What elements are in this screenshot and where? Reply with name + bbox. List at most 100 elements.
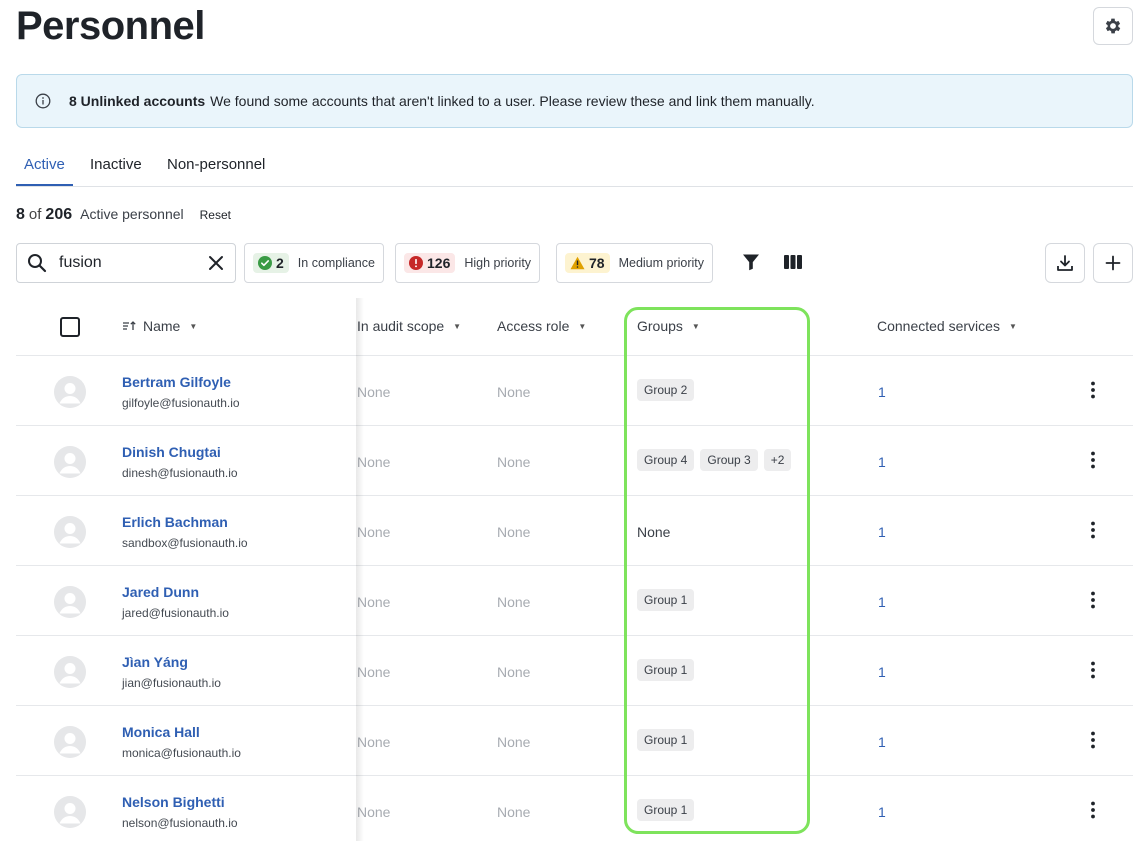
row-actions-button[interactable] [1091, 731, 1095, 749]
table-row[interactable]: Bertram Gilfoyle gilfoyle@fusionauth.io No… [16, 356, 1133, 426]
result-summary: 8 of 206 Active personnel Reset [16, 206, 231, 224]
connected-services-link[interactable]: 1 [878, 804, 886, 820]
column-header-audit-scope[interactable]: In audit scope ▼ [357, 318, 461, 334]
filter-in-compliance[interactable]: 2 In compliance [244, 243, 384, 283]
chevron-down-icon: ▼ [691, 321, 700, 331]
in-compliance-label: In compliance [297, 256, 375, 270]
access-role-header-label: Access role [497, 318, 570, 334]
row-actions-button[interactable] [1091, 521, 1095, 539]
group-chip[interactable]: Group 1 [637, 799, 695, 821]
group-chip[interactable]: Group 3 [700, 449, 758, 471]
connected-services-link[interactable]: 1 [878, 664, 886, 680]
clear-search-button[interactable] [207, 254, 225, 272]
search-input[interactable] [59, 254, 189, 272]
page-title: Personnel [16, 4, 205, 48]
group-chip[interactable]: Group 1 [637, 659, 695, 681]
groups-cell: None [637, 524, 671, 540]
filter-icon [743, 254, 759, 271]
connected-services-link[interactable]: 1 [878, 734, 886, 750]
person-name-link[interactable]: Jared Dunn [122, 584, 199, 600]
table-row[interactable]: Jìan Yáng jian@fusionauth.io None None Group… [16, 636, 1133, 706]
table-row[interactable]: Erlich Bachman sandbox@fusionauth.io None N… [16, 496, 1133, 566]
table-row[interactable]: Nelson Bighetti nelson@fusionauth.io None N… [16, 776, 1133, 841]
person-email: nelson@fusionauth.io [122, 816, 238, 830]
sort-icon [123, 321, 136, 330]
access-role-cell: None [497, 454, 531, 470]
add-personnel-button[interactable] [1093, 243, 1133, 283]
medium-priority-badge: 78 [565, 253, 610, 273]
groups-cell: Group 1 [637, 589, 700, 611]
row-actions-button[interactable] [1091, 381, 1095, 399]
sticky-column-shadow [356, 298, 364, 841]
reset-button[interactable]: Reset [200, 208, 231, 222]
tab-non-personnel[interactable]: Non-personnel [167, 156, 265, 185]
chevron-down-icon: ▼ [1008, 321, 1017, 331]
gear-icon [1105, 18, 1121, 34]
table-row[interactable]: Monica Hall monica@fusionauth.io None None G… [16, 706, 1133, 776]
total-count: 206 [45, 206, 73, 223]
connected-services-link[interactable]: 1 [878, 594, 886, 610]
personnel-tabs: Active Inactive Non-personnel [16, 146, 1133, 187]
avatar [54, 726, 86, 758]
table-row[interactable]: Jared Dunn jared@fusionauth.io None None Gro… [16, 566, 1133, 636]
person-email: sandbox@fusionauth.io [122, 536, 248, 550]
group-chip[interactable]: Group 2 [637, 379, 695, 401]
row-actions-button[interactable] [1091, 801, 1095, 819]
group-chip[interactable]: Group 4 [637, 449, 695, 471]
group-chip[interactable]: Group 1 [637, 589, 695, 611]
settings-button[interactable] [1093, 7, 1133, 45]
avatar [54, 586, 86, 618]
groups-header-label: Groups [637, 318, 683, 334]
row-actions-button[interactable] [1091, 451, 1095, 469]
filter-medium-priority[interactable]: 78 Medium priority [556, 243, 714, 283]
group-chip[interactable]: +2 [763, 449, 792, 471]
more-vertical-icon [1091, 661, 1095, 679]
groups-cell: Group 1 [637, 729, 700, 751]
chevron-down-icon: ▼ [453, 321, 462, 331]
of-label: of [28, 206, 42, 223]
row-actions-button[interactable] [1091, 591, 1095, 609]
column-header-connected-services[interactable]: Connected services ▼ [877, 318, 1017, 334]
select-all-checkbox[interactable] [60, 317, 80, 337]
person-name-link[interactable]: Erlich Bachman [122, 514, 228, 530]
person-name-link[interactable]: Dinish Chugtai [122, 444, 221, 460]
column-header-access-role[interactable]: Access role ▼ [497, 318, 586, 334]
person-name-link[interactable]: Bertram Gilfoyle [122, 374, 231, 390]
avatar [54, 376, 86, 408]
column-header-groups[interactable]: Groups ▼ [637, 318, 700, 334]
banner-message: We found some accounts that aren't linke… [210, 93, 815, 109]
filter-button[interactable] [741, 252, 761, 272]
person-name-link[interactable]: Nelson Bighetti [122, 794, 225, 810]
person-name-link[interactable]: Jìan Yáng [122, 654, 188, 670]
person-email: gilfoyle@fusionauth.io [122, 396, 240, 410]
connected-services-link[interactable]: 1 [878, 454, 886, 470]
more-vertical-icon [1091, 521, 1095, 539]
in-compliance-count: 2 [276, 255, 284, 271]
column-header-name[interactable]: Name ▼ [122, 318, 197, 334]
tab-active[interactable]: Active [16, 156, 73, 186]
download-button[interactable] [1045, 243, 1085, 283]
avatar [54, 796, 86, 828]
row-actions-button[interactable] [1091, 661, 1095, 679]
audit-scope-header-label: In audit scope [357, 318, 445, 334]
avatar [54, 446, 86, 478]
search-field[interactable] [16, 243, 236, 283]
table-row[interactable]: Dinish Chugtai dinesh@fusionauth.io None No… [16, 426, 1133, 496]
groups-cell: Group 4 Group 3 +2 [637, 449, 797, 471]
tab-inactive[interactable]: Inactive [90, 156, 142, 185]
groups-cell: Group 1 [637, 659, 700, 681]
columns-button[interactable] [783, 252, 803, 272]
person-email: dinesh@fusionauth.io [122, 466, 238, 480]
access-role-cell: None [497, 664, 531, 680]
connected-services-link[interactable]: 1 [878, 384, 886, 400]
person-name-link[interactable]: Monica Hall [122, 724, 200, 740]
more-vertical-icon [1091, 801, 1095, 819]
group-chip[interactable]: Group 1 [637, 729, 695, 751]
high-priority-badge: 126 [404, 253, 456, 273]
connected-services-link[interactable]: 1 [878, 524, 886, 540]
download-icon [1057, 255, 1073, 271]
filter-high-priority[interactable]: 126 High priority [395, 243, 541, 283]
more-vertical-icon [1091, 731, 1095, 749]
more-vertical-icon [1091, 381, 1095, 399]
groups-cell: Group 2 [637, 379, 700, 401]
